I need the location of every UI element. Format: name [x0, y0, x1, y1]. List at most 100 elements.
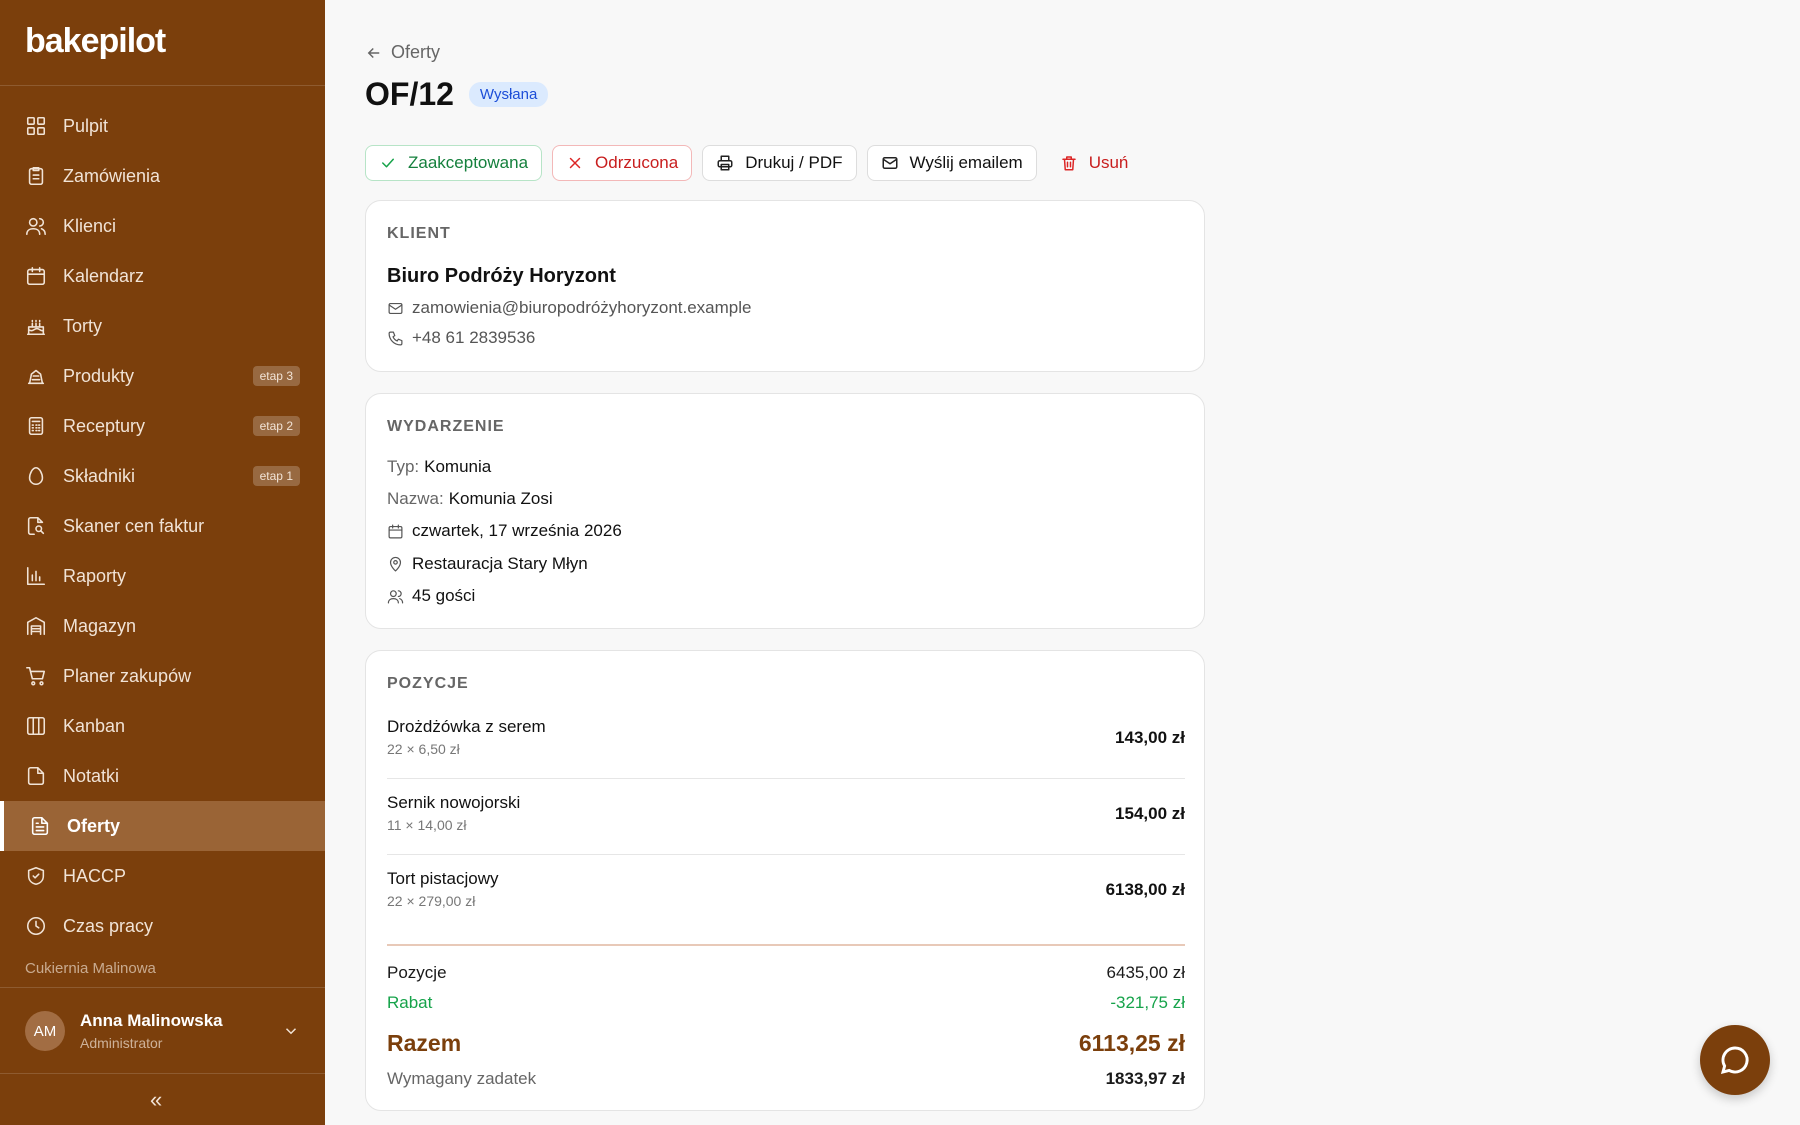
event-guests-value: 45 gości — [412, 586, 476, 605]
sidebar-item-skaner[interactable]: Skaner cen faktur — [0, 501, 325, 551]
item-name: Sernik nowojorski — [387, 793, 521, 812]
cake-icon — [25, 315, 47, 337]
user-role: Administrator — [80, 1035, 163, 1051]
summary-label: Pozycje — [387, 963, 447, 982]
sidebar-item-label: Kanban — [63, 715, 126, 736]
close-icon — [569, 157, 581, 169]
card-heading: POZYCJE — [387, 675, 469, 692]
sidebar-item-label: Skaner cen faktur — [63, 515, 205, 536]
sidebar-item-magazyn[interactable]: Magazyn — [0, 601, 325, 651]
chat-bubble-icon — [1720, 1046, 1749, 1075]
summary-value: 6113,25 zł — [1078, 1030, 1185, 1056]
user-name: Anna Malinowska — [80, 1011, 223, 1030]
chevron-down-icon[interactable] — [282, 1022, 300, 1045]
event-name: Nazwa: Komunia Zosi — [387, 489, 553, 509]
card-heading: WYDARZENIE — [387, 418, 505, 435]
email-value: zamowienia@biuropodróżyhoryzont.example — [412, 298, 752, 317]
sidebar-item-skladniki[interactable]: Składniki etap 1 — [0, 451, 325, 501]
sidebar-item-label: Klienci — [63, 215, 117, 236]
back-link[interactable]: Oferty — [365, 42, 440, 63]
sidebar-item-notatki[interactable]: Notatki — [0, 751, 325, 801]
sidebar-item-zamowienia[interactable]: Zamówienia — [0, 151, 325, 201]
sidebar-item-label: Kalendarz — [63, 265, 145, 286]
sidebar-item-label: Czas pracy — [63, 915, 154, 936]
list-item: Drożdżówka z serem 22 × 6,50 zł 143,00 z… — [387, 703, 1185, 779]
summary-divider — [387, 944, 1185, 946]
action-bar: Zaakceptowana Odrzucona Drukuj / PDF Wyś… — [365, 145, 1151, 181]
list-item: Sernik nowojorski 11 × 14,00 zł 154,00 z… — [387, 779, 1185, 855]
title-row: OF/12 Wysłana — [365, 76, 549, 113]
sidebar-item-label: Magazyn — [63, 615, 137, 636]
item-qty: 11 × 14,00 zł — [387, 817, 467, 833]
summary-value: 6435,00 zł — [1106, 963, 1185, 982]
sidebar-item-czas-pracy[interactable]: Czas pracy — [0, 901, 325, 951]
divider — [0, 987, 325, 988]
check-icon — [382, 158, 394, 168]
client-email[interactable]: zamowienia@biuropodróżyhoryzont.example — [387, 298, 752, 318]
item-name: Tort pistacjowy — [387, 869, 499, 888]
company-name: Cukiernia Malinowa — [25, 960, 156, 977]
accept-button[interactable]: Zaakceptowana — [365, 145, 543, 181]
sidebar-item-label: Oferty — [67, 815, 121, 836]
stage-badge: etap 3 — [252, 366, 300, 386]
summary-value: -321,75 zł — [1110, 993, 1185, 1012]
sidebar-item-label: Notatki — [63, 765, 120, 786]
sidebar-item-label: Pulpit — [63, 115, 109, 136]
item-total: 143,00 zł — [1115, 728, 1185, 747]
croissant-icon — [25, 365, 47, 387]
trash-icon — [1061, 156, 1076, 171]
event-type: Typ: Komunia — [387, 457, 491, 477]
user-info: Anna Malinowska Administrator — [80, 1011, 223, 1051]
sidebar-item-kalendarz[interactable]: Kalendarz — [0, 251, 325, 301]
logo[interactable]: bakepilot — [25, 22, 166, 61]
user-menu[interactable]: AM Anna Malinowska Administrator — [25, 1010, 300, 1052]
sidebar-item-label: Produkty — [63, 365, 135, 386]
summary-value: 1833,97 zł — [1105, 1069, 1185, 1088]
sidebar-item-label: Torty — [63, 315, 103, 336]
phone-value: +48 61 2839536 — [412, 328, 536, 347]
event-card: WYDARZENIE Typ: Komunia Nazwa: Komunia Z… — [365, 393, 1205, 629]
users-icon — [25, 215, 47, 237]
accept-label: Zaakceptowana — [408, 153, 529, 172]
avatar: AM — [25, 1011, 65, 1051]
status-badge: Wysłana — [468, 82, 549, 107]
summary-label: Wymagany zadatek — [387, 1069, 537, 1088]
summary-label: Rabat — [387, 993, 433, 1012]
event-location: Restauracja Stary Młyn — [387, 554, 588, 574]
sidebar-item-haccp[interactable]: HACCP — [0, 851, 325, 901]
sidebar-item-pulpit[interactable]: Pulpit — [0, 101, 325, 151]
sidebar-item-kanban[interactable]: Kanban — [0, 701, 325, 751]
sidebar-item-produkty[interactable]: Produkty etap 3 — [0, 351, 325, 401]
item-total: 6138,00 zł — [1105, 880, 1185, 899]
cart-icon — [25, 665, 47, 687]
list-item: Tort pistacjowy 22 × 279,00 zł 6138,00 z… — [387, 855, 1185, 931]
calendar-icon — [388, 524, 403, 538]
file-scan-icon — [25, 515, 47, 537]
client-phone[interactable]: +48 61 2839536 — [387, 328, 535, 348]
sidebar-item-receptury[interactable]: Receptury etap 2 — [0, 401, 325, 451]
item-qty: 22 × 279,00 zł — [387, 893, 476, 909]
event-type-label: Typ: — [387, 457, 420, 476]
sidebar-item-label: Planer zakupów — [63, 665, 192, 686]
summary-discount: Rabat -321,75 zł — [387, 993, 1185, 1013]
event-type-value: Komunia — [424, 457, 492, 476]
delete-button[interactable]: Usuń — [1047, 145, 1142, 181]
summary-total: Razem 6113,25 zł — [387, 1030, 1185, 1057]
mail-icon — [882, 157, 897, 169]
divider — [0, 1073, 325, 1074]
sidebar-item-label: Raporty — [63, 565, 127, 586]
sidebar: bakepilot Pulpit Zamówienia Klienci Kale… — [0, 0, 325, 1125]
print-button[interactable]: Drukuj / PDF — [702, 145, 857, 181]
sidebar-item-klienci[interactable]: Klienci — [0, 201, 325, 251]
collapse-sidebar-button[interactable]: « — [150, 1087, 162, 1113]
event-name-label: Nazwa: — [387, 489, 444, 508]
reject-button[interactable]: Odrzucona — [552, 145, 693, 181]
sidebar-item-planer[interactable]: Planer zakupów — [0, 651, 325, 701]
sidebar-item-oferty[interactable]: Oferty — [0, 801, 325, 851]
event-date-value: czwartek, 17 września 2026 — [412, 521, 622, 540]
chat-button[interactable] — [1700, 1025, 1770, 1095]
columns-icon — [25, 715, 47, 737]
sidebar-item-torty[interactable]: Torty — [0, 301, 325, 351]
sidebar-item-raporty[interactable]: Raporty — [0, 551, 325, 601]
send-email-button[interactable]: Wyślij emailem — [866, 145, 1037, 181]
